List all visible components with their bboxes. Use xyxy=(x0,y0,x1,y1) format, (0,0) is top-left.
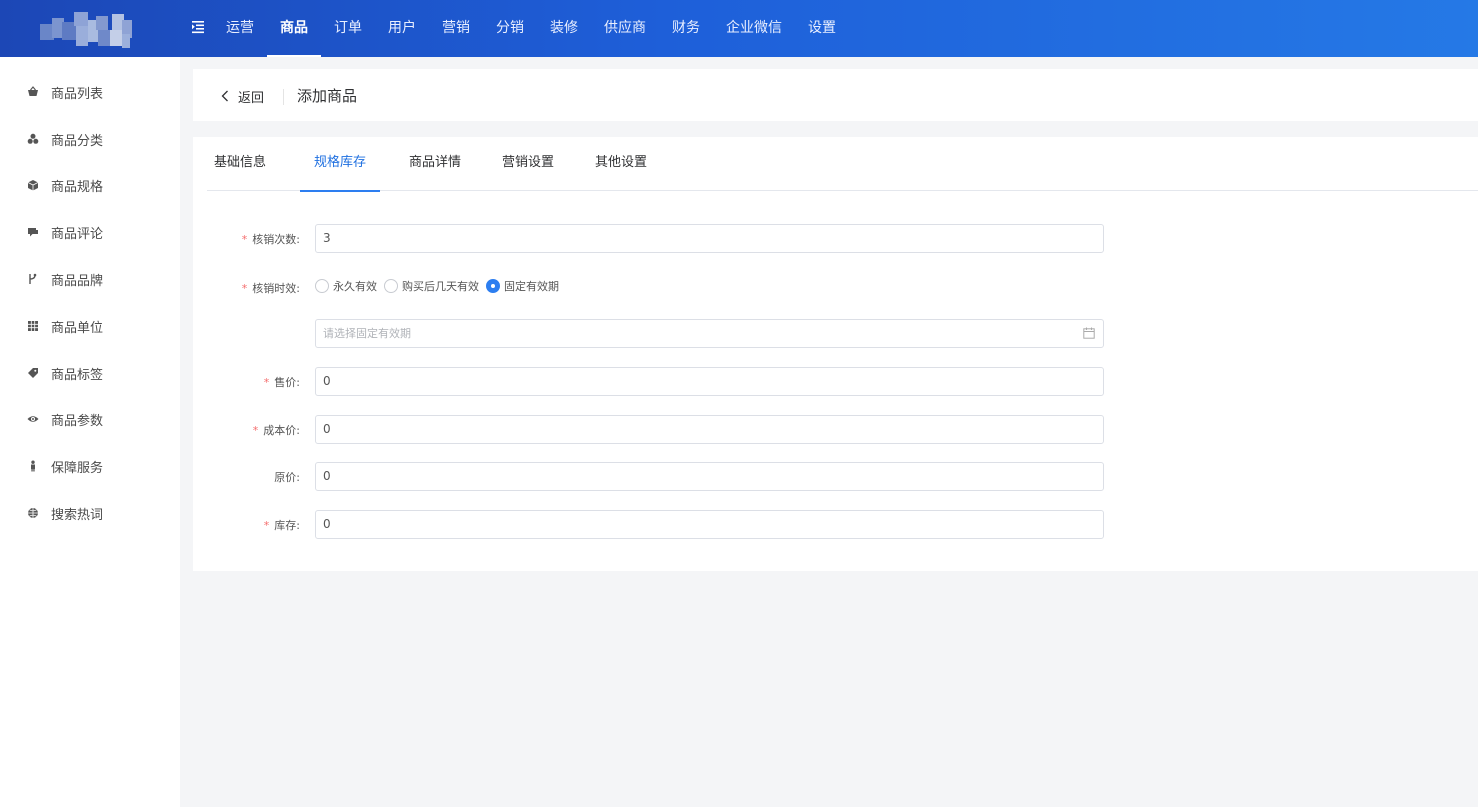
sidebar-item-label: 商品评论 xyxy=(51,226,104,242)
grid-icon xyxy=(26,319,40,333)
required-mark: * xyxy=(241,282,248,295)
radio-fixed-period[interactable]: 固定有效期 xyxy=(486,278,559,294)
stock-input[interactable]: 0 xyxy=(315,510,1104,539)
tag-icon xyxy=(26,366,40,380)
sidebar-item-label: 商品单位 xyxy=(51,320,104,336)
sidebar-item-guarantee-service[interactable]: 保障服务 xyxy=(0,446,180,486)
nav-item-users[interactable]: 用户 xyxy=(375,0,429,57)
sidebar-item-product-comment[interactable]: 商品评论 xyxy=(0,212,180,252)
sidebar-item-label: 商品分类 xyxy=(51,133,104,149)
category-icon xyxy=(26,132,40,146)
nav-item-distribution[interactable]: 分销 xyxy=(483,0,537,57)
sidebar-item-product-param[interactable]: 商品参数 xyxy=(0,399,180,439)
nav-item-operations[interactable]: 运营 xyxy=(213,0,267,57)
radio-circle xyxy=(384,279,398,293)
menu-fold-icon[interactable] xyxy=(190,19,208,37)
form-card: 基础信息 规格库存 商品详情 营销设置 其他设置 * 核销次数: 3 * 核销时效:… xyxy=(193,137,1478,571)
radio-days-after-purchase[interactable]: 购买后几天有效 xyxy=(384,278,479,294)
cube-icon xyxy=(26,178,40,192)
verify-count-label: * 核销次数: xyxy=(241,233,300,246)
tab-product-detail[interactable]: 商品详情 xyxy=(402,137,468,191)
person-icon xyxy=(26,459,40,473)
required-mark: * xyxy=(263,376,270,389)
back-label: 返回 xyxy=(238,90,265,106)
tab-basic-info[interactable]: 基础信息 xyxy=(207,137,273,191)
nav-item-decoration[interactable]: 装修 xyxy=(537,0,591,57)
nav-item-wecom[interactable]: 企业微信 xyxy=(713,0,795,57)
cost-price-input[interactable]: 0 xyxy=(315,415,1104,444)
tab-bar: 基础信息 规格库存 商品详情 营销设置 其他设置 xyxy=(207,137,1478,192)
sidebar-item-label: 商品规格 xyxy=(51,179,104,195)
tab-spec-stock[interactable]: 规格库存 xyxy=(300,137,380,192)
fixed-period-date-picker[interactable]: 请选择固定有效期 xyxy=(315,319,1104,348)
tab-marketing-settings[interactable]: 营销设置 xyxy=(495,137,561,191)
original-price-input[interactable]: 0 xyxy=(315,462,1104,491)
page-title: 添加商品 xyxy=(297,87,358,105)
sidebar-item-product-unit[interactable]: 商品单位 xyxy=(0,306,180,346)
verify-validity-label: * 核销时效: xyxy=(241,282,300,295)
sidebar-item-label: 商品列表 xyxy=(51,86,104,102)
nav-item-suppliers[interactable]: 供应商 xyxy=(591,0,659,57)
sidebar-item-product-tag[interactable]: 商品标签 xyxy=(0,353,180,393)
stock-label: * 库存: xyxy=(263,519,300,532)
eye-icon xyxy=(26,412,40,426)
nav-item-marketing[interactable]: 营销 xyxy=(429,0,483,57)
radio-circle xyxy=(486,279,500,293)
sidebar-item-label: 保障服务 xyxy=(51,460,104,476)
comment-icon xyxy=(26,225,40,239)
sidebar-item-label: 商品参数 xyxy=(51,413,104,429)
required-mark: * xyxy=(252,424,259,437)
date-picker-placeholder: 请选择固定有效期 xyxy=(323,327,411,340)
radio-permanent[interactable]: 永久有效 xyxy=(315,278,377,294)
sidebar-item-product-list[interactable]: 商品列表 xyxy=(0,72,180,112)
nav-item-settings[interactable]: 设置 xyxy=(795,0,849,57)
sidebar-item-product-category[interactable]: 商品分类 xyxy=(0,119,180,159)
logo[interactable] xyxy=(38,10,144,50)
nav-item-finance[interactable]: 财务 xyxy=(659,0,713,57)
required-mark: * xyxy=(241,233,248,246)
original-price-label: 原价: xyxy=(274,471,300,484)
radio-circle xyxy=(315,279,329,293)
sidebar-item-product-spec[interactable]: 商品规格 xyxy=(0,165,180,205)
brand-icon xyxy=(26,272,40,286)
required-mark: * xyxy=(263,519,270,532)
price-label: * 售价: xyxy=(263,376,300,389)
sidebar-item-hot-search[interactable]: 搜索热词 xyxy=(0,493,180,533)
chevron-left-icon xyxy=(221,90,228,102)
nav-item-orders[interactable]: 订单 xyxy=(321,0,375,57)
sidebar-item-label: 商品品牌 xyxy=(51,273,104,289)
cost-price-label: * 成本价: xyxy=(252,424,300,437)
verify-count-input[interactable]: 3 xyxy=(315,224,1104,253)
calendar-icon xyxy=(1083,327,1095,339)
sidebar: 商品列表 商品分类 商品规格 商品评论 商品品牌 商品单位 商品标签 商品参数 … xyxy=(0,57,180,807)
page-header: 返回 添加商品 xyxy=(193,69,1478,121)
sidebar-item-label: 商品标签 xyxy=(51,367,104,383)
sidebar-item-label: 搜索热词 xyxy=(51,507,104,523)
globe-icon xyxy=(26,506,40,520)
sidebar-item-product-brand[interactable]: 商品品牌 xyxy=(0,259,180,299)
verify-validity-radio-group: 永久有效 购买后几天有效 固定有效期 xyxy=(315,278,566,294)
price-input[interactable]: 0 xyxy=(315,367,1104,396)
header-divider xyxy=(283,89,284,105)
basket-icon xyxy=(26,85,40,99)
back-button[interactable]: 返回 xyxy=(221,86,264,106)
tab-other-settings[interactable]: 其他设置 xyxy=(588,137,654,191)
nav-item-products[interactable]: 商品 xyxy=(267,0,321,57)
top-header: 运营 商品 订单 用户 营销 分销 装修 供应商 财务 企业微信 设置 xyxy=(0,0,1478,57)
main-nav: 运营 商品 订单 用户 营销 分销 装修 供应商 财务 企业微信 设置 xyxy=(213,0,849,57)
